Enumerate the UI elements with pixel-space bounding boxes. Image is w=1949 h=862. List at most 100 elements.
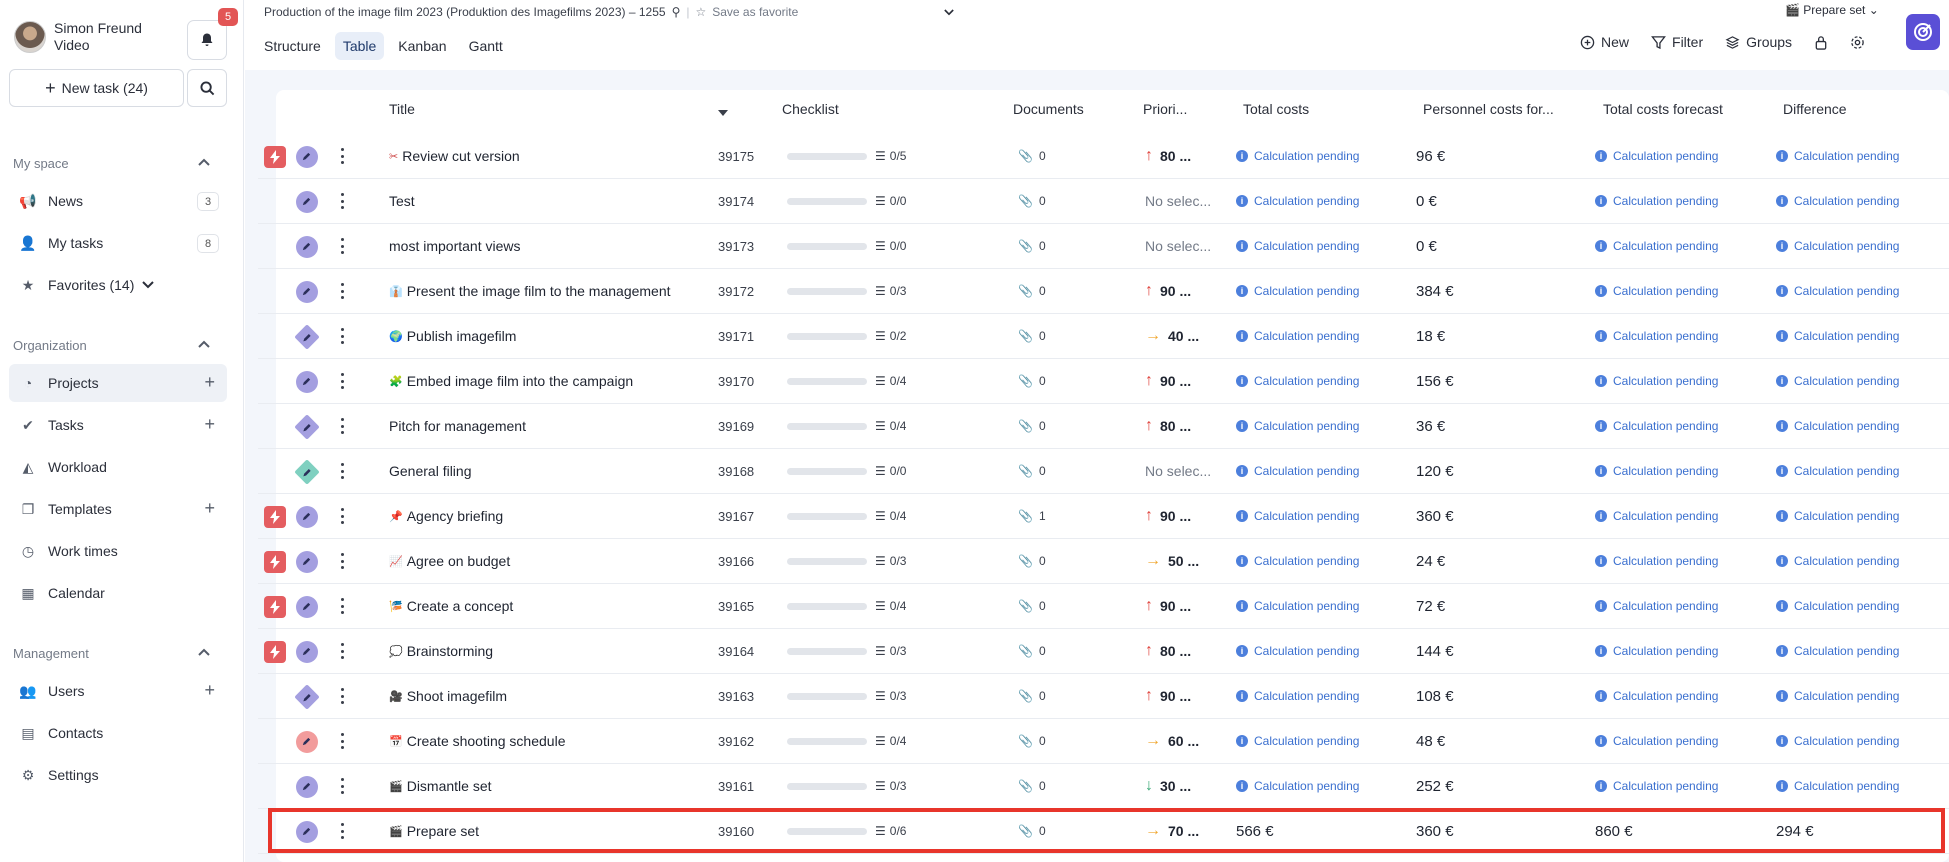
- column-title[interactable]: Title: [389, 101, 415, 117]
- table-row[interactable]: 🎬 Prepare set 39160 ☰ 0/6 📎 0 → 70 ... 566 € 360 €…: [258, 809, 1949, 854]
- calculation-pending[interactable]: i Calculation pending: [1236, 314, 1359, 358]
- task-type-icon[interactable]: [295, 640, 318, 663]
- table-row[interactable]: General filing 39168 ☰ 0/0 📎 0 No selec... i Cal…: [258, 449, 1949, 494]
- priority-cell[interactable]: → 40 ...: [1145, 314, 1217, 358]
- sidebar-item-users[interactable]: 👥 Users +: [9, 672, 227, 710]
- documents-count[interactable]: 📎 0: [1018, 404, 1046, 448]
- task-type-icon[interactable]: [295, 190, 318, 213]
- priority-cell[interactable]: ↑ 90 ...: [1145, 359, 1217, 403]
- calculation-pending[interactable]: i Calculation pending: [1776, 314, 1899, 358]
- filter-button[interactable]: Filter: [1651, 34, 1703, 50]
- calculation-pending[interactable]: i Calculation pending: [1595, 494, 1718, 538]
- calculation-pending[interactable]: i Calculation pending: [1776, 224, 1899, 268]
- task-title[interactable]: Pitch for management: [389, 404, 689, 448]
- cost-value[interactable]: 860 €: [1595, 809, 1633, 853]
- sidebar-item-tasks[interactable]: ✔ Tasks +: [9, 406, 227, 444]
- personnel-cost[interactable]: 360 €: [1416, 809, 1454, 853]
- row-menu-icon[interactable]: [338, 236, 346, 256]
- calculation-pending[interactable]: i Calculation pending: [1236, 224, 1359, 268]
- documents-count[interactable]: 📎 0: [1018, 269, 1046, 313]
- table-row[interactable]: most important views 39173 ☰ 0/0 📎 0 No selec.…: [258, 224, 1949, 269]
- tab-gantt[interactable]: Gantt: [461, 32, 511, 60]
- calculation-pending[interactable]: i Calculation pending: [1595, 539, 1718, 583]
- row-menu-icon[interactable]: [338, 191, 346, 211]
- column-difference[interactable]: Difference: [1783, 101, 1847, 117]
- task-type-icon[interactable]: [295, 145, 318, 168]
- checklist-count[interactable]: ☰ 0/0: [875, 224, 906, 268]
- new-task-button[interactable]: + New task (24): [9, 69, 184, 107]
- table-row[interactable]: Test 39174 ☰ 0/0 📎 0 No selec... i Calculation p…: [258, 179, 1949, 224]
- calculation-pending[interactable]: i Calculation pending: [1776, 539, 1899, 583]
- priority-cell[interactable]: ↑ 80 ...: [1145, 404, 1217, 448]
- chevron-down-icon[interactable]: [944, 8, 955, 16]
- task-title[interactable]: 🧩 Embed image film into the campaign: [389, 359, 689, 403]
- priority-cell[interactable]: → 60 ...: [1145, 719, 1217, 763]
- checklist-count[interactable]: ☰ 0/4: [875, 404, 906, 448]
- task-title[interactable]: General filing: [389, 449, 689, 493]
- task-type-icon[interactable]: [295, 730, 318, 753]
- checklist-count[interactable]: ☰ 0/6: [875, 809, 906, 853]
- lock-button[interactable]: [1814, 35, 1828, 50]
- documents-count[interactable]: 📎 0: [1018, 224, 1046, 268]
- personnel-cost[interactable]: 36 €: [1416, 404, 1445, 448]
- priority-cell[interactable]: → 50 ...: [1145, 539, 1217, 583]
- table-row[interactable]: ✂ Review cut version 39175 ☰ 0/5 📎 0 ↑ 80 ... i Ca…: [258, 134, 1949, 179]
- personnel-cost[interactable]: 156 €: [1416, 359, 1454, 403]
- table-row[interactable]: 💭 Brainstorming 39164 ☰ 0/3 📎 0 ↑ 80 ... i Calcula…: [258, 629, 1949, 674]
- documents-count[interactable]: 📎 0: [1018, 584, 1046, 628]
- sidebar-item-news[interactable]: 📢 News 3: [9, 182, 227, 220]
- checklist-count[interactable]: ☰ 0/3: [875, 269, 906, 313]
- settings-button[interactable]: [1850, 35, 1865, 50]
- task-title[interactable]: 🌍 Publish imagefilm: [389, 314, 689, 358]
- calculation-pending[interactable]: i Calculation pending: [1776, 269, 1899, 313]
- priority-cell[interactable]: → 70 ...: [1145, 809, 1217, 853]
- urgent-bolt-icon[interactable]: [264, 596, 286, 618]
- row-menu-icon[interactable]: [338, 326, 346, 346]
- row-menu-icon[interactable]: [338, 641, 346, 661]
- documents-count[interactable]: 📎 0: [1018, 809, 1046, 853]
- project-title[interactable]: Production of the image film 2023 (Produ…: [264, 5, 666, 19]
- sidebar-item-projects[interactable]: ◔ Projects +: [9, 364, 227, 402]
- personnel-cost[interactable]: 24 €: [1416, 539, 1445, 583]
- row-menu-icon[interactable]: [338, 416, 346, 436]
- new-button[interactable]: New: [1580, 34, 1629, 50]
- row-menu-icon[interactable]: [338, 461, 346, 481]
- section-my-space[interactable]: My space: [13, 156, 69, 171]
- priority-cell[interactable]: ↑ 80 ...: [1145, 629, 1217, 673]
- checklist-count[interactable]: ☰ 0/4: [875, 494, 906, 538]
- priority-cell[interactable]: ↑ 80 ...: [1145, 134, 1217, 178]
- documents-count[interactable]: 📎 0: [1018, 314, 1046, 358]
- row-menu-icon[interactable]: [338, 731, 346, 751]
- task-title[interactable]: 👔 Present the image film to the managemen…: [389, 269, 689, 313]
- groups-button[interactable]: Groups: [1725, 34, 1792, 50]
- calculation-pending[interactable]: i Calculation pending: [1776, 359, 1899, 403]
- priority-cell[interactable]: ↑ 90 ...: [1145, 494, 1217, 538]
- task-type-icon[interactable]: [295, 280, 318, 303]
- calculation-pending[interactable]: i Calculation pending: [1236, 359, 1359, 403]
- priority-cell[interactable]: ↑ 90 ...: [1145, 269, 1217, 313]
- sidebar-item-calendar[interactable]: ▦ Calendar: [9, 574, 227, 612]
- table-row[interactable]: 👔 Present the image film to the managemen…: [258, 269, 1949, 314]
- pin-icon[interactable]: ⚲: [672, 5, 681, 19]
- calculation-pending[interactable]: i Calculation pending: [1776, 134, 1899, 178]
- tab-kanban[interactable]: Kanban: [390, 32, 454, 60]
- chevron-up-icon[interactable]: [198, 648, 210, 656]
- urgent-bolt-icon[interactable]: [264, 506, 286, 528]
- cost-value[interactable]: 294 €: [1776, 809, 1814, 853]
- checklist-count[interactable]: ☰ 0/4: [875, 359, 906, 403]
- calculation-pending[interactable]: i Calculation pending: [1776, 719, 1899, 763]
- checklist-count[interactable]: ☰ 0/0: [875, 449, 906, 493]
- calculation-pending[interactable]: i Calculation pending: [1236, 269, 1359, 313]
- calculation-pending[interactable]: i Calculation pending: [1236, 404, 1359, 448]
- calculation-pending[interactable]: i Calculation pending: [1236, 134, 1359, 178]
- row-menu-icon[interactable]: [338, 821, 346, 841]
- sidebar-item-contacts[interactable]: ▤ Contacts: [9, 714, 227, 752]
- row-menu-icon[interactable]: [338, 281, 346, 301]
- calculation-pending[interactable]: i Calculation pending: [1595, 764, 1718, 808]
- chevron-up-icon[interactable]: [198, 158, 210, 166]
- task-type-icon[interactable]: [295, 775, 318, 798]
- checklist-count[interactable]: ☰ 0/4: [875, 584, 906, 628]
- table-row[interactable]: Pitch for management 39169 ☰ 0/4 📎 0 ↑ 80 ... i C…: [258, 404, 1949, 449]
- calculation-pending[interactable]: i Calculation pending: [1776, 674, 1899, 718]
- checklist-count[interactable]: ☰ 0/3: [875, 629, 906, 673]
